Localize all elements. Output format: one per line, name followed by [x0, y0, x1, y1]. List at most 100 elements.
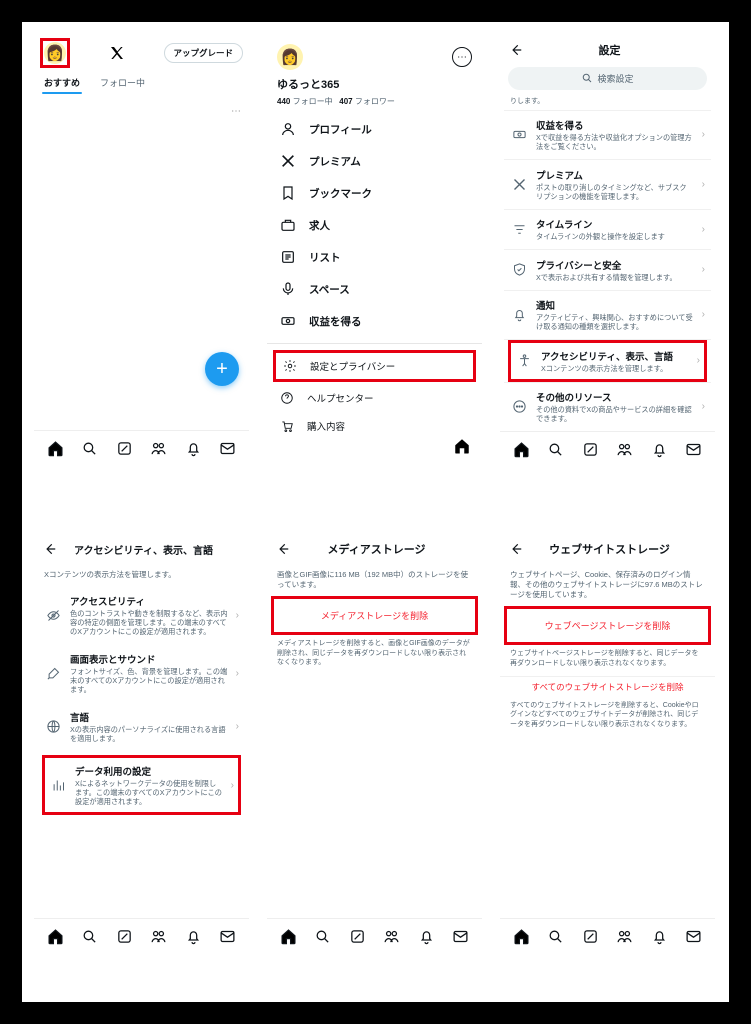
row-display-sound[interactable]: 画面表示とサウンドフォントサイズ、色、背景を管理します。この端末のすべてのXアカ…	[38, 644, 245, 702]
messages-icon[interactable]	[685, 928, 703, 946]
shield-icon	[510, 261, 528, 279]
menu-spaces[interactable]: スペース	[267, 273, 482, 305]
avatar[interactable]	[44, 42, 66, 64]
row-languages[interactable]: 言語Xの表示内容のパーソナライズに使用される言語を適用します。›	[38, 702, 245, 751]
brush-icon	[44, 664, 62, 682]
delete-web-button[interactable]: ウェブページストレージを削除	[507, 609, 708, 642]
row-data-usage[interactable]: データ利用の設定Xによるネットワークデータの使用を制限します。この端末のすべての…	[45, 758, 238, 812]
menu-profile[interactable]: プロフィール	[267, 113, 482, 145]
communities-icon[interactable]	[616, 928, 634, 946]
menu-monetize[interactable]: 収益を得る	[267, 305, 482, 337]
notifications-icon[interactable]	[184, 928, 202, 946]
compose-fab[interactable]: +	[205, 352, 239, 386]
row-privacy[interactable]: プライバシーと安全Xで表示および共有する情報を管理します。›	[504, 250, 711, 290]
row-accessibility[interactable]: アクセシビリティ、表示、言語Xコンテンツの表示方法を管理します。›	[511, 343, 704, 379]
x-icon	[279, 152, 297, 170]
more-icon[interactable]: ⋯	[231, 106, 241, 117]
home-corner-icon[interactable]	[448, 432, 476, 460]
messages-icon[interactable]	[219, 440, 237, 458]
communities-icon[interactable]	[616, 440, 634, 458]
chevron-right-icon: ›	[702, 179, 705, 190]
grok-icon[interactable]	[581, 440, 599, 458]
notifications-icon[interactable]	[417, 928, 435, 946]
page-desc: 画像とGIF画像に116 MB（192 MB中）のストレージを使っています。	[267, 564, 482, 596]
row-resources[interactable]: その他のリソースその他の資料でXの商品やサービスの詳細を確認できます。›	[504, 382, 711, 431]
home-icon[interactable]	[512, 440, 530, 458]
grok-icon[interactable]	[115, 928, 133, 946]
page-desc: Xコンテンツの表示方法を管理します。	[34, 564, 249, 586]
messages-icon[interactable]	[219, 928, 237, 946]
delete-all-web-button[interactable]: すべてのウェブサイトストレージを削除	[500, 679, 715, 699]
search-icon[interactable]	[547, 440, 565, 458]
delete-media-desc: メディアストレージを削除すると、画像とGIF画像のデータが削除され、同じデータを…	[267, 637, 482, 673]
menu-jobs[interactable]: 求人	[267, 209, 482, 241]
back-icon[interactable]	[508, 42, 524, 58]
menu-settings-privacy[interactable]: 設定とプライバシー	[276, 353, 473, 379]
account-switch-icon[interactable]: ⋯	[452, 47, 472, 67]
delete-media-button[interactable]: メディアストレージを削除	[274, 599, 475, 632]
screen-adl: アクセシビリティ、表示、言語 Xコンテンツの表示方法を管理します。 アクセスビリ…	[34, 534, 249, 954]
profile-icon	[279, 120, 297, 138]
menu-bookmarks[interactable]: ブックマーク	[267, 177, 482, 209]
upgrade-button[interactable]: アップグレード	[164, 43, 244, 63]
bottom-nav	[34, 918, 249, 954]
home-icon[interactable]	[46, 928, 64, 946]
chevron-right-icon: ›	[702, 309, 705, 320]
grok-icon[interactable]	[115, 440, 133, 458]
search-icon[interactable]	[81, 928, 99, 946]
back-icon[interactable]	[275, 541, 291, 557]
row-timeline[interactable]: タイムラインタイムラインの外観と操作を設定します›	[504, 209, 711, 249]
chevron-right-icon: ›	[236, 721, 239, 732]
delete-web-highlight: ウェブページストレージを削除	[504, 606, 711, 645]
page-title: メディアストレージ	[297, 541, 456, 557]
drawer-username: ゆるっと365	[277, 76, 472, 92]
notifications-icon[interactable]	[184, 440, 202, 458]
row-premium[interactable]: プレミアムポストの取り消しのタイミングなど、サブスクリプションの機能を管理します…	[504, 160, 711, 209]
page-desc: ウェブサイトページ、Cookie、保存済みのログイン情報、その他のウェブサイトス…	[500, 564, 715, 606]
communities-icon[interactable]	[150, 440, 168, 458]
chevron-right-icon: ›	[236, 610, 239, 621]
bottom-nav	[500, 918, 715, 954]
money-icon	[510, 126, 528, 144]
chevron-right-icon: ›	[236, 668, 239, 679]
communities-icon[interactable]	[383, 928, 401, 946]
menu-lists[interactable]: リスト	[267, 241, 482, 273]
search-icon[interactable]	[314, 928, 332, 946]
messages-icon[interactable]	[685, 440, 703, 458]
search-icon[interactable]	[81, 440, 99, 458]
tab-recommended[interactable]: おすすめ	[34, 70, 90, 94]
menu-help[interactable]: ヘルプセンター	[267, 384, 482, 412]
communities-icon[interactable]	[150, 928, 168, 946]
accessibility-highlight: アクセシビリティ、表示、言語Xコンテンツの表示方法を管理します。›	[508, 340, 707, 382]
grok-icon[interactable]	[348, 928, 366, 946]
page-title: 設定	[530, 42, 689, 58]
back-icon[interactable]	[508, 541, 524, 557]
messages-icon[interactable]	[452, 928, 470, 946]
row-accessibility[interactable]: アクセスビリティ色のコントラストや動きを制限するなど、表示内容の特定の側面を管理…	[38, 586, 245, 644]
screen-home: アップグレード おすすめ フォロー中 ⋯ +	[34, 36, 249, 466]
bookmark-icon	[279, 184, 297, 202]
avatar-highlight	[40, 38, 70, 68]
follow-stats[interactable]: 440 フォロー中 407 フォロワー	[277, 96, 472, 107]
filter-icon	[510, 220, 528, 238]
home-icon[interactable]	[279, 928, 297, 946]
tab-following[interactable]: フォロー中	[90, 70, 155, 94]
back-icon[interactable]	[42, 541, 58, 557]
grok-icon[interactable]	[581, 928, 599, 946]
data-usage-highlight: データ利用の設定Xによるネットワークデータの使用を制限します。この端末のすべての…	[42, 755, 241, 815]
home-icon[interactable]	[512, 928, 530, 946]
chevron-right-icon: ›	[702, 264, 705, 275]
menu-premium[interactable]: プレミアム	[267, 145, 482, 177]
home-icon[interactable]	[46, 440, 64, 458]
search-icon[interactable]	[547, 928, 565, 946]
screen-web-storage: ウェブサイトストレージ ウェブサイトページ、Cookie、保存済みのログイン情報…	[500, 534, 715, 954]
settings-highlight: 設定とプライバシー	[273, 350, 476, 382]
chevron-right-icon: ›	[697, 355, 700, 366]
notifications-icon[interactable]	[650, 928, 668, 946]
row-notifications[interactable]: 通知アクティビティ、興味関心、おすすめについて受け取る通知の種類を選択します。›	[504, 290, 711, 339]
row-monetize[interactable]: 収益を得るXで収益を得る方法や収益化オプションの管理方法をご覧ください。›	[504, 110, 711, 159]
drawer-avatar[interactable]	[277, 44, 303, 70]
search-input[interactable]: 検索設定	[508, 67, 707, 90]
menu-purchases[interactable]: 購入内容	[267, 412, 482, 440]
notifications-icon[interactable]	[650, 440, 668, 458]
